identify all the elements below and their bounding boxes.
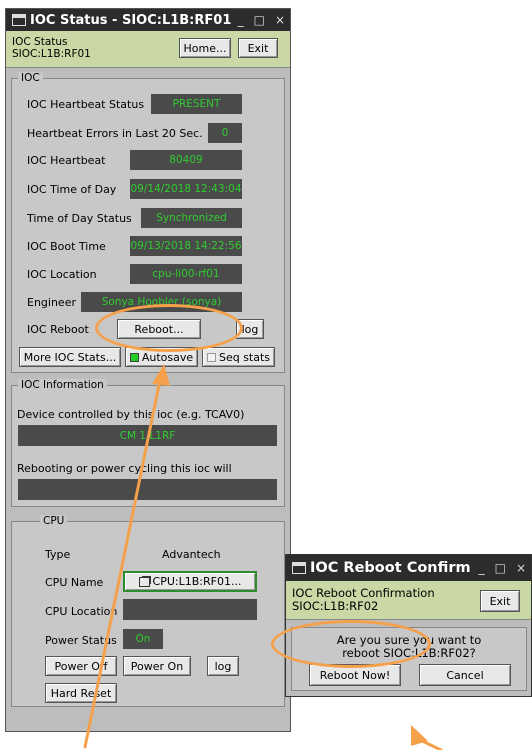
annotation-arrows <box>83 364 443 750</box>
arrow-to-reboot-head <box>152 364 170 386</box>
arrow-to-reboot <box>83 378 162 749</box>
